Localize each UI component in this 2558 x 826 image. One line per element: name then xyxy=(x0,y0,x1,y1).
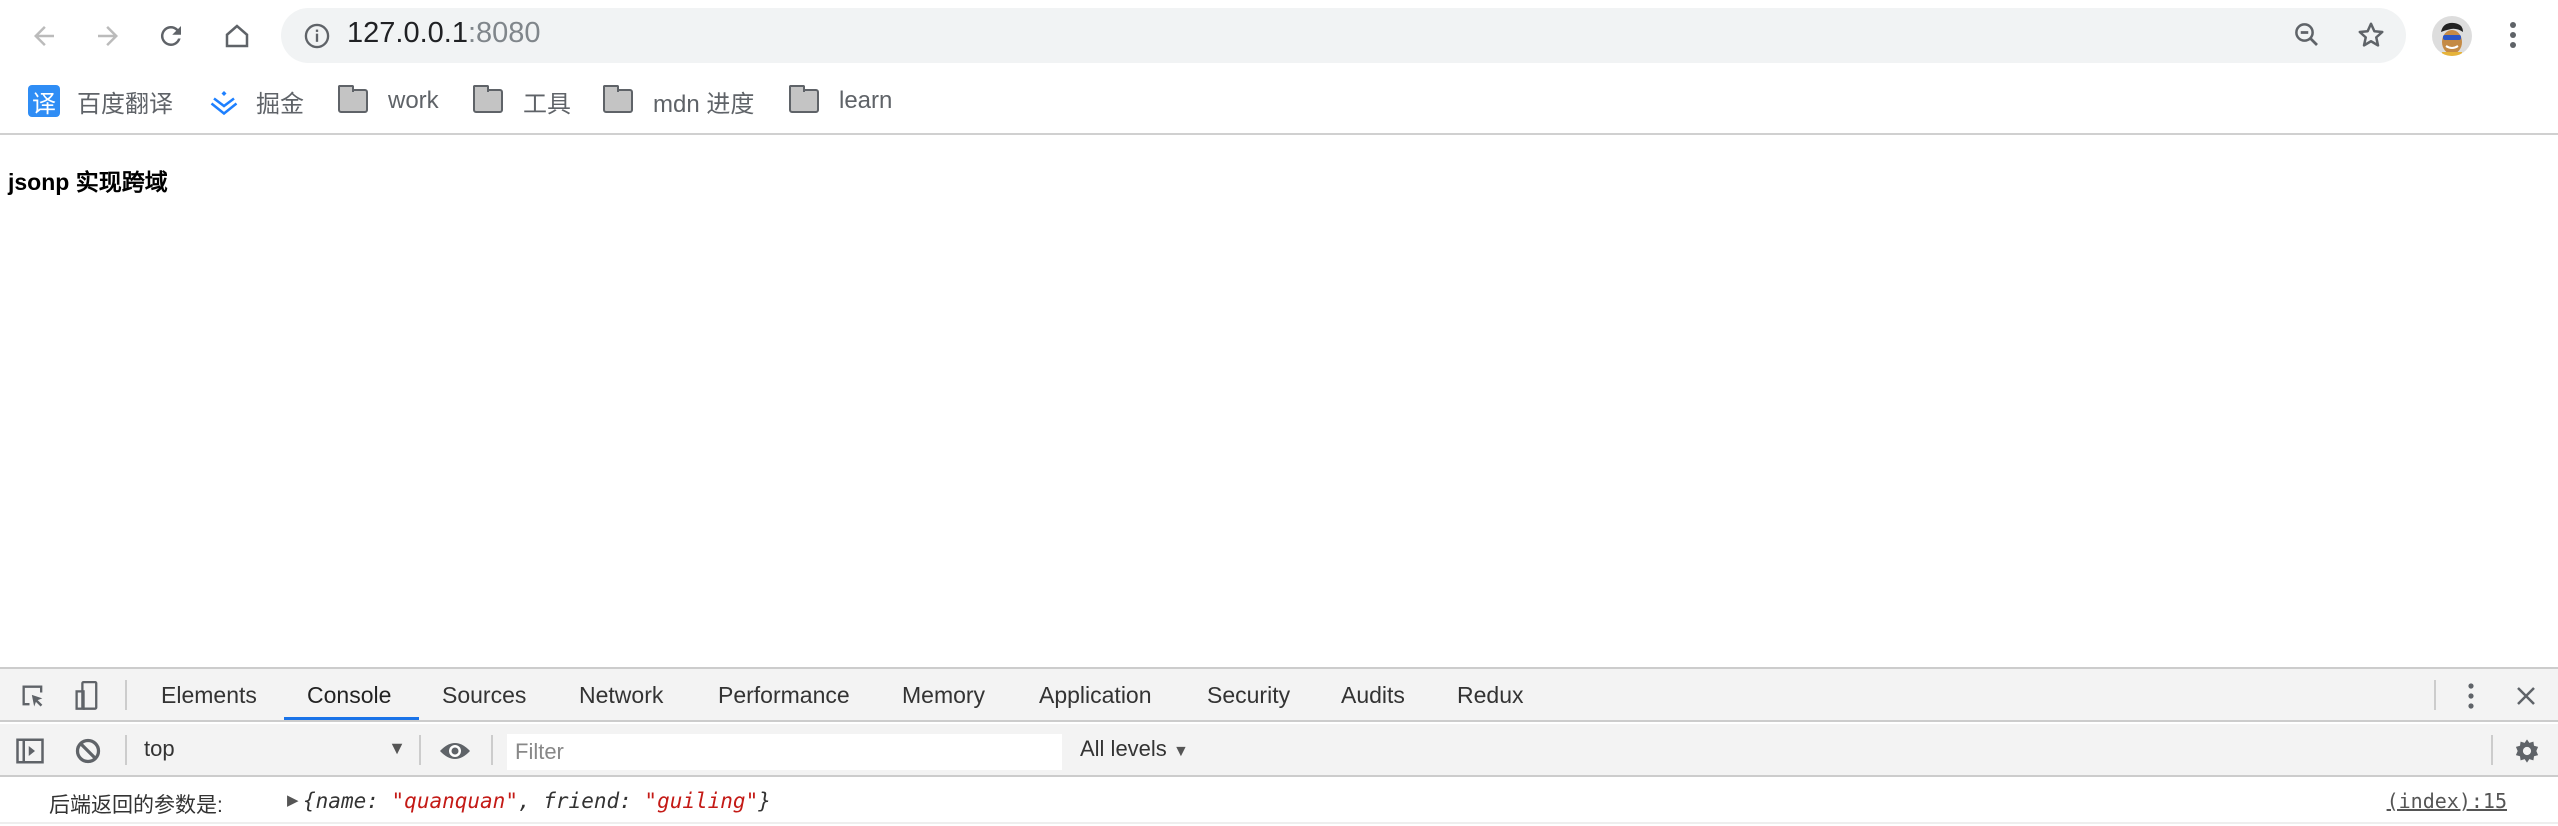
divider xyxy=(125,735,127,765)
bookmark-label: 百度翻译 xyxy=(77,90,173,118)
object-value: "quanquan" xyxy=(391,789,518,813)
bookmark-learn[interactable]: learn xyxy=(789,84,892,118)
sidebar-toggle-icon[interactable] xyxy=(14,735,46,767)
devtools-menu-icon[interactable] xyxy=(2457,679,2485,713)
forward-icon[interactable] xyxy=(92,20,124,52)
log-levels-dropdown[interactable]: All levels ▼ xyxy=(1080,736,1189,762)
console-message-label: 后端返回的参数是: xyxy=(49,794,223,817)
tab-security[interactable]: Security xyxy=(1207,682,1290,709)
close-devtools-icon[interactable] xyxy=(2510,679,2542,713)
live-expression-eye-icon[interactable] xyxy=(437,735,473,767)
console-settings-gear-icon[interactable] xyxy=(2511,735,2543,767)
tab-redux[interactable]: Redux xyxy=(1457,682,1523,709)
bookmark-juejin[interactable]: 掘金 xyxy=(209,84,304,118)
folder-icon xyxy=(789,85,819,113)
bookmark-star-icon[interactable] xyxy=(2354,18,2388,52)
expand-object-triangle-icon[interactable]: ▶ xyxy=(287,791,299,809)
reload-icon[interactable] xyxy=(155,20,187,52)
separator: , xyxy=(517,789,544,813)
tab-performance[interactable]: Performance xyxy=(718,682,850,709)
bookmark-label: 工具 xyxy=(523,90,571,118)
console-filter-input[interactable] xyxy=(507,734,1062,770)
juejin-icon xyxy=(209,86,239,116)
home-icon[interactable] xyxy=(221,20,253,52)
tab-network[interactable]: Network xyxy=(579,682,663,709)
brace: { xyxy=(303,789,316,813)
tab-sources[interactable]: Sources xyxy=(442,682,526,709)
active-tab-indicator xyxy=(284,717,419,720)
inspect-element-icon[interactable] xyxy=(16,679,50,713)
device-toolbar-icon[interactable] xyxy=(70,679,104,713)
address-bar[interactable] xyxy=(281,8,2406,63)
console-toolbar: top ▼ All levels ▼ xyxy=(0,724,2558,777)
bookmark-mdn[interactable]: mdn 进度 xyxy=(603,84,754,118)
back-icon[interactable] xyxy=(28,20,60,52)
divider xyxy=(491,735,493,765)
divider xyxy=(2434,680,2436,710)
bookmark-label: work xyxy=(388,87,439,114)
divider xyxy=(2491,735,2493,765)
baidu-translate-icon: 译 xyxy=(28,85,60,118)
console-message-row: 后端返回的参数是: ▶ {name: "quanquan", friend: "… xyxy=(0,779,2558,824)
tab-memory[interactable]: Memory xyxy=(902,682,985,709)
dropdown-arrow-icon: ▼ xyxy=(388,738,406,758)
brace: } xyxy=(758,789,771,813)
url-port: :8080 xyxy=(467,17,541,49)
page-heading: jsonp 实现跨域 xyxy=(8,169,168,195)
zoom-out-icon[interactable] xyxy=(2290,18,2324,52)
source-link[interactable]: (index):15 xyxy=(2387,789,2507,813)
logged-object[interactable]: {name: "quanquan", friend: "guiling"} xyxy=(303,789,771,813)
context-selector[interactable]: top ▼ xyxy=(144,736,406,766)
site-info-icon[interactable] xyxy=(301,20,333,52)
levels-value: All levels xyxy=(1080,736,1167,761)
folder-icon xyxy=(473,85,503,113)
toolbar-divider xyxy=(0,133,2558,135)
object-key: friend xyxy=(543,789,620,813)
dropdown-arrow-icon: ▼ xyxy=(1172,743,1189,760)
devtools-tab-bar: Elements Console Sources Network Perform… xyxy=(0,669,2558,722)
url-host: 127.0.0.1 xyxy=(347,17,468,49)
bookmark-baidu-translate[interactable]: 译百度翻译 xyxy=(28,84,173,118)
browser-menu-icon[interactable] xyxy=(2497,18,2529,52)
object-key: name xyxy=(315,789,367,813)
bookmark-tools[interactable]: 工具 xyxy=(473,84,571,118)
folder-icon xyxy=(603,85,633,113)
divider xyxy=(419,735,421,765)
tab-audits[interactable]: Audits xyxy=(1341,682,1405,709)
object-value: "guiling" xyxy=(644,789,759,813)
folder-icon xyxy=(338,85,368,113)
profile-avatar[interactable] xyxy=(2432,16,2472,56)
bookmark-label: 掘金 xyxy=(256,90,304,118)
bookmark-label: mdn 进度 xyxy=(653,90,755,118)
bookmark-work[interactable]: work xyxy=(338,84,439,118)
context-value: top xyxy=(144,736,175,761)
tab-application[interactable]: Application xyxy=(1039,682,1152,709)
bookmark-label: learn xyxy=(839,87,893,114)
clear-console-icon[interactable] xyxy=(72,735,104,767)
divider xyxy=(125,680,127,710)
url-text[interactable]: 127.0.0.1:8080 xyxy=(347,17,541,50)
tab-console[interactable]: Console xyxy=(307,682,391,709)
tab-elements[interactable]: Elements xyxy=(161,682,257,709)
